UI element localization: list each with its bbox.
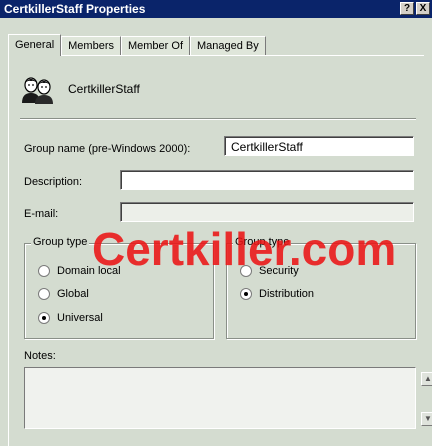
- radio-button[interactable]: [240, 288, 252, 300]
- radio-global[interactable]: Global: [38, 288, 89, 300]
- radio-label: Security: [259, 265, 299, 277]
- tab-managed-by[interactable]: Managed By: [190, 36, 266, 56]
- radio-label: Global: [57, 288, 89, 300]
- radio-button[interactable]: [38, 288, 50, 300]
- tab-strip: General Members Member Of Managed By: [8, 34, 266, 56]
- radio-domain-local[interactable]: Domain local: [38, 265, 121, 277]
- group-scope-title: Group type: [31, 236, 90, 248]
- radio-distribution[interactable]: Distribution: [240, 288, 314, 300]
- separator: [20, 118, 416, 120]
- radio-label: Universal: [57, 312, 103, 324]
- scroll-down-button[interactable]: ▼: [421, 412, 432, 426]
- notes-label: Notes:: [24, 350, 56, 362]
- scroll-up-button[interactable]: ▲: [421, 372, 432, 386]
- radio-security[interactable]: Security: [240, 265, 299, 277]
- radio-label: Domain local: [57, 265, 121, 277]
- group-type-title: Group type: [233, 236, 292, 248]
- help-button[interactable]: ?: [400, 2, 414, 15]
- group-name-label: Group name (pre-Windows 2000):: [24, 143, 191, 155]
- radio-button[interactable]: [38, 265, 50, 277]
- window-title: CertkillerStaff Properties: [4, 2, 146, 16]
- notes-field[interactable]: ▲ ▼: [24, 367, 432, 429]
- tab-members[interactable]: Members: [61, 36, 121, 56]
- tab-member-of[interactable]: Member Of: [120, 36, 190, 56]
- group-name-field[interactable]: CertkillerStaff: [224, 136, 414, 156]
- close-button[interactable]: X: [416, 2, 430, 15]
- tab-general[interactable]: General: [8, 34, 62, 56]
- radio-button[interactable]: [240, 265, 252, 277]
- title-bar: CertkillerStaff Properties ? X: [0, 0, 432, 18]
- group-users-icon: [22, 77, 53, 104]
- radio-universal[interactable]: Universal: [38, 312, 103, 324]
- email-field[interactable]: [120, 202, 414, 222]
- description-label: Description:: [24, 176, 83, 188]
- radio-label: Distribution: [259, 288, 315, 300]
- email-label: E-mail:: [24, 208, 59, 220]
- description-field[interactable]: [120, 170, 414, 190]
- radio-button[interactable]: [38, 312, 50, 324]
- group-object-name: CertkillerStaff: [68, 82, 140, 96]
- properties-window: CertkillerStaff Properties ? X General M…: [0, 0, 432, 446]
